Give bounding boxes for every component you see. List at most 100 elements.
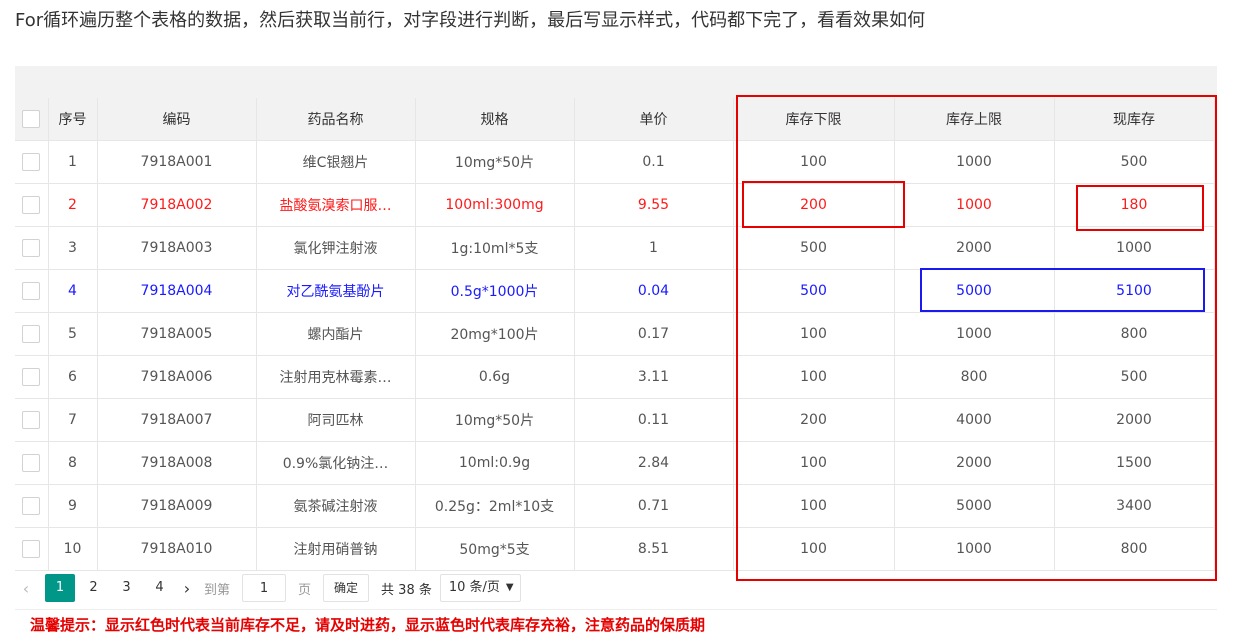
row-spec: 20mg*100片: [415, 312, 575, 356]
row-select-cell: [15, 183, 49, 227]
row-checkbox[interactable]: [22, 196, 41, 214]
table-row[interactable]: 3 7918A003 氯化钾注射液 1g:10ml*5支 1 500 2000 1000: [15, 226, 1215, 270]
column-header-no[interactable]: 序号: [48, 98, 98, 141]
row-price: 1: [574, 226, 734, 270]
row-price: 0.04: [574, 269, 734, 313]
row-no: 4: [48, 269, 98, 313]
row-checkbox[interactable]: [22, 239, 41, 257]
column-header-spec[interactable]: 规格: [415, 98, 575, 141]
row-price: 0.1: [574, 140, 734, 184]
row-price: 0.11: [574, 398, 734, 442]
row-checkbox[interactable]: [22, 153, 41, 171]
row-name: 螺内酯片: [256, 312, 416, 356]
row-checkbox[interactable]: [22, 411, 41, 429]
column-header-max-stock[interactable]: 库存上限: [894, 98, 1055, 141]
prev-page-icon[interactable]: ‹: [15, 579, 37, 598]
row-checkbox[interactable]: [22, 368, 41, 386]
row-no: 6: [48, 355, 98, 399]
row-checkbox[interactable]: [22, 282, 41, 300]
row-select-cell: [15, 441, 49, 485]
row-min-stock: 500: [733, 269, 895, 313]
row-current-stock: 800: [1054, 527, 1215, 571]
column-header-min-stock[interactable]: 库存下限: [733, 98, 895, 141]
row-no: 9: [48, 484, 98, 528]
row-select-cell: [15, 312, 49, 356]
drug-inventory-table: 序号 编码 药品名称 规格 单价 库存下限 库存上限 现库存 1 7918A001…: [15, 98, 1215, 571]
row-code: 7918A004: [97, 269, 257, 313]
row-max-stock: 2000: [894, 226, 1055, 270]
footer-divider: [15, 609, 1217, 610]
select-all-checkbox[interactable]: [22, 110, 41, 128]
row-max-stock: 1000: [894, 183, 1055, 227]
table-row[interactable]: 8 7918A008 0.9%氯化钠注… 10ml:0.9g 2.84 100 2000 15…: [15, 441, 1215, 485]
row-no: 1: [48, 140, 98, 184]
page-1-button[interactable]: 1: [45, 574, 75, 602]
row-select-cell: [15, 484, 49, 528]
row-price: 0.71: [574, 484, 734, 528]
page-headline: For循环遍历整个表格的数据，然后获取当前行，对字段进行判断，最后写显示样式，代…: [15, 10, 926, 31]
table-row[interactable]: 10 7918A010 注射用硝普钠 50mg*5支 8.51 100 1000 800: [15, 527, 1215, 571]
row-price: 2.84: [574, 441, 734, 485]
goto-confirm-button[interactable]: 确定: [323, 574, 370, 602]
row-current-stock: 3400: [1054, 484, 1215, 528]
row-min-stock: 200: [733, 183, 895, 227]
table-toolbar: [15, 66, 1217, 98]
column-header-current-stock[interactable]: 现库存: [1054, 98, 1215, 141]
row-price: 3.11: [574, 355, 734, 399]
row-price: 9.55: [574, 183, 734, 227]
column-header-code[interactable]: 编码: [97, 98, 257, 141]
row-code: 7918A009: [97, 484, 257, 528]
row-min-stock: 100: [733, 484, 895, 528]
goto-page-input[interactable]: [242, 574, 287, 602]
column-header-price[interactable]: 单价: [574, 98, 734, 141]
table-row[interactable]: 5 7918A005 螺内酯片 20mg*100片 0.17 100 1000 800: [15, 312, 1215, 356]
row-min-stock: 100: [733, 312, 895, 356]
page-2-button[interactable]: 2: [77, 574, 110, 602]
row-name: 对乙酰氨基酚片: [256, 269, 416, 313]
table-row[interactable]: 6 7918A006 注射用克林霉素… 0.6g 3.11 100 800 500: [15, 355, 1215, 399]
row-checkbox[interactable]: [22, 325, 41, 343]
row-name: 0.9%氯化钠注…: [256, 441, 416, 485]
table-row[interactable]: 1 7918A001 维C银翘片 10mg*50片 0.1 100 1000 500: [15, 140, 1215, 184]
row-code: 7918A003: [97, 226, 257, 270]
row-max-stock: 1000: [894, 527, 1055, 571]
row-min-stock: 200: [733, 398, 895, 442]
row-current-stock: 500: [1054, 140, 1215, 184]
row-name: 注射用硝普钠: [256, 527, 416, 571]
stock-tip-text: 温馨提示：显示红色时代表当前库存不足，请及时进药，显示蓝色时代表库存充裕，注意药…: [30, 616, 706, 634]
page-3-button[interactable]: 3: [110, 574, 143, 602]
row-max-stock: 5000: [894, 269, 1055, 313]
row-min-stock: 100: [733, 355, 895, 399]
row-spec: 50mg*5支: [415, 527, 575, 571]
row-spec: 10ml:0.9g: [415, 441, 575, 485]
row-current-stock: 5100: [1054, 269, 1215, 313]
row-checkbox[interactable]: [22, 540, 41, 558]
page-size-select[interactable]: 10 条/页 ▼: [439, 574, 521, 602]
table-row[interactable]: 4 7918A004 对乙酰氨基酚片 0.5g*1000片 0.04 500 5000 510…: [15, 269, 1215, 313]
row-name: 盐酸氨溴索口服…: [256, 183, 416, 227]
row-min-stock: 100: [733, 441, 895, 485]
row-spec: 0.25g：2ml*10支: [415, 484, 575, 528]
row-checkbox[interactable]: [22, 497, 41, 515]
row-checkbox[interactable]: [22, 454, 41, 472]
table-row[interactable]: 7 7918A007 阿司匹林 10mg*50片 0.11 200 4000 2000: [15, 398, 1215, 442]
row-spec: 10mg*50片: [415, 398, 575, 442]
row-code: 7918A008: [97, 441, 257, 485]
table-row[interactable]: 2 7918A002 盐酸氨溴索口服… 100ml:300mg 9.55 200 1000 1…: [15, 183, 1215, 227]
table-row[interactable]: 9 7918A009 氨茶碱注射液 0.25g：2ml*10支 0.71 100 5000 3…: [15, 484, 1215, 528]
pagination: ‹ 1 2 3 4 › 到第 页 确定 共 38 条 10 条/页 ▼: [15, 572, 521, 604]
row-max-stock: 1000: [894, 140, 1055, 184]
row-current-stock: 180: [1054, 183, 1215, 227]
next-page-icon[interactable]: ›: [176, 579, 198, 598]
row-no: 5: [48, 312, 98, 356]
row-select-cell: [15, 226, 49, 270]
row-current-stock: 500: [1054, 355, 1215, 399]
column-header-name[interactable]: 药品名称: [256, 98, 416, 141]
row-no: 8: [48, 441, 98, 485]
row-no: 7: [48, 398, 98, 442]
row-select-cell: [15, 398, 49, 442]
goto-suffix-label: 页: [298, 582, 312, 598]
row-no: 3: [48, 226, 98, 270]
page-4-button[interactable]: 4: [143, 574, 176, 602]
row-min-stock: 100: [733, 140, 895, 184]
